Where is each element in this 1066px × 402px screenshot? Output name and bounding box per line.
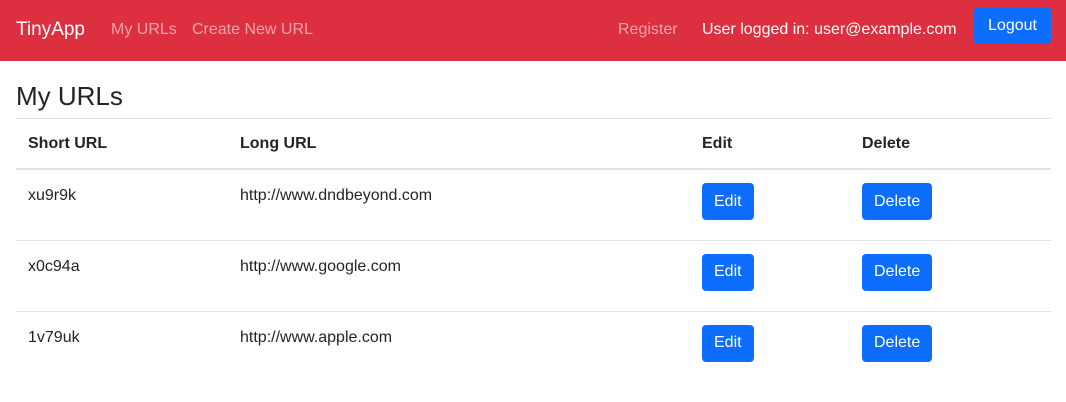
delete-cell: Delete	[850, 239, 1051, 311]
header-long-url: Long URL	[228, 118, 690, 170]
logout-button[interactable]: Logout	[974, 7, 1051, 44]
delete-button[interactable]: Delete	[862, 253, 933, 291]
long-url-cell: http://www.google.com	[228, 239, 690, 311]
edit-button[interactable]: Edit	[702, 253, 754, 291]
long-url-cell: http://www.dndbeyond.com	[228, 168, 690, 240]
page-title: My URLs	[16, 81, 123, 111]
edit-cell: Edit	[690, 239, 850, 311]
short-url-cell: xu9r9k	[16, 168, 228, 240]
nav-link-register[interactable]: Register	[618, 20, 678, 40]
table-row: 1v79uk http://www.apple.com Edit Delete	[16, 310, 1051, 382]
delete-cell: Delete	[850, 168, 1051, 240]
edit-cell: Edit	[690, 310, 850, 382]
delete-cell: Delete	[850, 310, 1051, 382]
nav-link-my-urls[interactable]: My URLs	[111, 20, 177, 40]
urls-table: Short URL Long URL Edit Delete xu9r9k ht…	[16, 118, 1051, 382]
delete-button[interactable]: Delete	[862, 183, 933, 220]
long-url-cell: http://www.apple.com	[228, 310, 690, 382]
delete-button[interactable]: Delete	[862, 324, 933, 362]
edit-cell: Edit	[690, 168, 850, 240]
table-header-row: Short URL Long URL Edit Delete	[16, 118, 1051, 170]
logged-in-status: User logged in: user@example.com	[702, 21, 957, 38]
short-url-cell: x0c94a	[16, 239, 228, 311]
table-row: x0c94a http://www.google.com Edit Delete	[16, 239, 1051, 311]
edit-button[interactable]: Edit	[702, 183, 754, 220]
edit-button[interactable]: Edit	[702, 324, 754, 362]
header-delete: Delete	[850, 118, 1051, 170]
brand-link[interactable]: TinyApp	[16, 18, 85, 42]
nav-link-create-new-url[interactable]: Create New URL	[192, 20, 313, 40]
table-row: xu9r9k http://www.dndbeyond.com Edit Del…	[16, 168, 1051, 240]
header-short-url: Short URL	[16, 118, 228, 170]
header-edit: Edit	[690, 118, 850, 170]
navbar: TinyApp My URLs Create New URL Register …	[0, 0, 1066, 61]
short-url-cell: 1v79uk	[16, 310, 228, 382]
